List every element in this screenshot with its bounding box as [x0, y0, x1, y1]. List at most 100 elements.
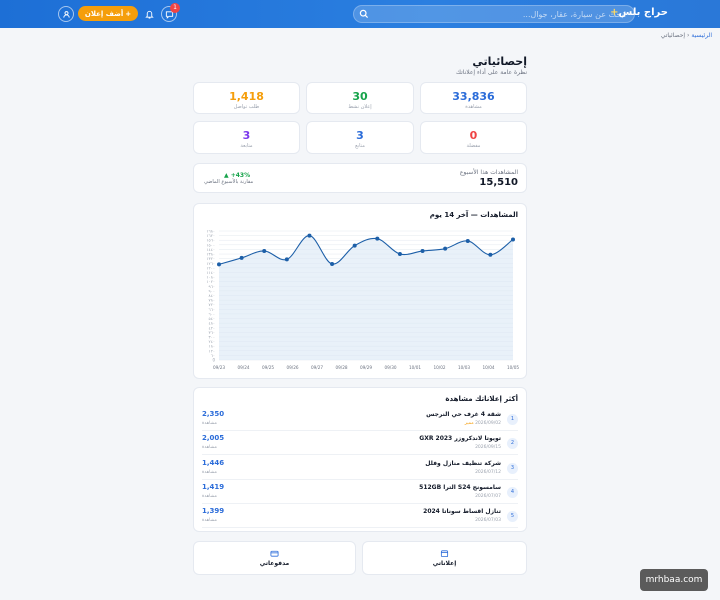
y-tick-label: ١١٤٠: [206, 270, 215, 275]
x-tick-label: 09/27: [311, 365, 323, 370]
y-tick-label: ١٣٢٠: [206, 256, 215, 261]
y-tick-label: ٦٦٠: [209, 307, 215, 312]
top-ad-row[interactable]: 4 سامسونج S24 الترا 512GB 2026/07/07 1,419…: [202, 481, 518, 504]
data-point: [443, 246, 448, 251]
top-ad-row[interactable]: 3 شركة تنظيف منازل وفلل 2026/07/12 1,446 مش…: [202, 457, 518, 480]
watermark: mrhbaa.com: [640, 569, 708, 591]
ad-title[interactable]: تنازل اقساط سوناتا 2024: [423, 508, 501, 515]
stat-card-contacts: 1,418 طلب تواصل: [193, 82, 300, 114]
featured-tag: مميز: [464, 421, 474, 426]
top-ads-card: أكثر إعلاناتك مشاهدة 1 شقة 4 غرف حي النرج…: [193, 387, 527, 532]
top-ad-row[interactable]: 2 تويوتا لاندكروزر GXR 2023 2026/09/15 2,0…: [202, 432, 518, 456]
ad-date-value: 2026/09/02: [475, 421, 501, 426]
ad-date: 2026/07/07: [475, 494, 501, 499]
ad-date-value: 2026/07/12: [475, 469, 501, 475]
messages-button[interactable]: 1: [161, 3, 180, 22]
credit-card-icon: [270, 550, 279, 557]
stat-label: مفضلة: [466, 143, 481, 149]
y-tick-label: ٥٤٠: [209, 316, 215, 321]
x-tick-label: 10/01: [409, 365, 421, 370]
breadcrumb: الرئيسية ‹ إحصائياتي: [661, 32, 712, 39]
ad-title[interactable]: سامسونج S24 الترا 512GB: [419, 484, 501, 491]
stat-card-followers: 3 متابع: [306, 121, 414, 154]
ad-date: 2026/09/02 مميز: [465, 421, 501, 426]
rank-badge: 1: [507, 414, 518, 425]
breadcrumb-home[interactable]: الرئيسية: [691, 32, 712, 39]
ad-views: 2,005: [202, 434, 225, 443]
x-tick-label: 09/30: [384, 365, 396, 370]
bell-icon: [144, 10, 154, 19]
y-tick-label: ١٥٠٠: [206, 242, 215, 247]
stat-label: متابعة: [240, 143, 253, 149]
data-point: [217, 262, 221, 267]
y-tick-label: ١٦٨٠: [206, 229, 215, 234]
page-title: إحصائياتي: [472, 55, 527, 68]
ad-views: 1,399: [202, 507, 225, 516]
ad-date-value: 2026/07/07: [475, 493, 501, 499]
arrow-up-icon: ▲: [224, 172, 229, 179]
data-point: [352, 243, 357, 248]
y-tick-label: ٣٠٠: [209, 334, 215, 339]
weekly-change-value: 43%+: [230, 172, 251, 179]
weekly-views-value: 15,510: [479, 177, 518, 188]
y-tick-label: ٤٢٠: [209, 325, 215, 330]
weekly-change: 43%+ ▲: [224, 172, 250, 179]
stat-label: طلب تواصل: [233, 104, 260, 110]
stat-card-views: 33,836 مشاهدة: [420, 82, 527, 114]
top-ad-row[interactable]: 1 شقة 4 غرف حي النرجس 2026/09/02 مميز 2,350…: [202, 408, 518, 431]
weekly-views-label: المشاهدات هذا الأسبوع: [459, 169, 518, 176]
data-point: [465, 238, 470, 243]
ad-views-label: مشاهدة: [202, 518, 217, 524]
y-tick-label: ٩٦٠: [209, 284, 215, 289]
ad-title[interactable]: شركة تنظيف منازل وفلل: [425, 460, 501, 467]
user-icon: [62, 10, 70, 18]
ad-views-label: مشاهدة: [202, 493, 217, 499]
stat-label: متابع: [355, 143, 365, 149]
data-point: [420, 248, 425, 253]
data-point: [284, 257, 289, 262]
rank-badge: 4: [507, 486, 518, 498]
stat-label: إعلان نشط: [348, 104, 372, 110]
ad-views-label: مشاهدة: [202, 469, 217, 475]
y-tick-label: ٣٦٠: [209, 330, 215, 335]
data-point: [239, 255, 244, 260]
notifications-button[interactable]: [141, 6, 157, 22]
my-payments-link[interactable]: مدفوعاتي: [193, 541, 356, 575]
notification-badge: 1: [170, 3, 180, 13]
y-tick-label: 0: [212, 358, 215, 363]
ad-views: 1,419: [202, 482, 225, 491]
page-subtitle: نظرة عامة على أداء إعلاناتك: [456, 69, 527, 76]
search-input[interactable]: [396, 8, 626, 21]
y-tick-label: ٧٨٠: [209, 298, 215, 303]
top-ad-row[interactable]: 5 تنازل اقساط سوناتا 2024 2026/07/03 1,399…: [202, 505, 518, 529]
x-tick-label: 09/28: [335, 365, 347, 370]
y-tick-label: ١٢٦٠: [206, 261, 215, 266]
x-tick-label: 09/25: [262, 365, 274, 370]
y-tick-label: ١٤٤٠: [206, 247, 215, 252]
x-tick-label: 10/03: [458, 365, 470, 370]
profile-button[interactable]: [58, 6, 74, 22]
x-tick-label: 09/23: [213, 365, 225, 370]
search-box: [353, 5, 635, 23]
ad-date-value: 2026/07/03: [475, 518, 501, 524]
views-line-chart: 0٦٠١٢٠١٨٠٢٤٠٣٠٠٣٦٠٤٢٠٤٨٠٥٤٠٦٠٠٦٦٠٧٢٠٧٨٠٨…: [206, 229, 519, 371]
data-point: [375, 236, 380, 241]
search-icon[interactable]: [359, 9, 369, 19]
my-ads-label: إعلاناتي: [432, 560, 457, 567]
ad-views: 1,446: [202, 458, 225, 467]
ad-title[interactable]: شقة 4 غرف حي النرجس: [426, 411, 501, 418]
y-tick-label: ٨٤٠: [209, 293, 215, 298]
breadcrumb-separator: ‹: [687, 32, 690, 39]
breadcrumb-current: إحصائياتي: [660, 32, 686, 39]
my-ads-link[interactable]: إعلاناتي: [362, 541, 527, 575]
rank-badge: 2: [507, 438, 518, 450]
ad-date: 2026/09/15: [475, 445, 501, 450]
stat-card-following: 3 متابعة: [193, 121, 300, 154]
stat-value: 3: [356, 129, 364, 142]
x-tick-label: 10/04: [482, 365, 494, 370]
weekly-views-card: المشاهدات هذا الأسبوع 15,510 43%+ ▲ مقار…: [193, 163, 527, 193]
stat-label: مشاهدة: [465, 104, 482, 110]
add-ad-button[interactable]: + أضف إعلان: [78, 6, 138, 21]
ad-title[interactable]: تويوتا لاندكروزر GXR 2023: [419, 435, 501, 442]
rank-badge: 5: [507, 511, 518, 523]
